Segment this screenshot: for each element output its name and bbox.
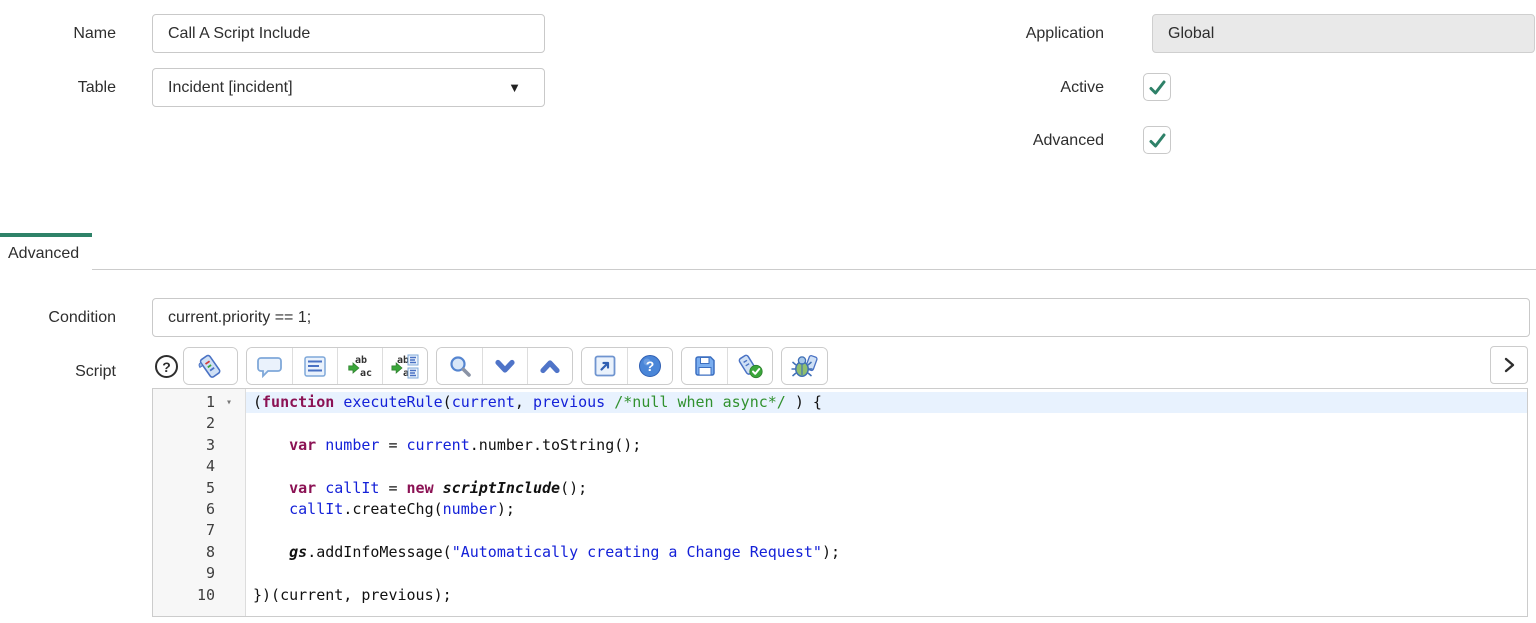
application-field-value: Global	[1168, 24, 1215, 42]
line-number[interactable]: 5	[153, 478, 245, 499]
condition-input[interactable]: current.priority == 1;	[152, 298, 1530, 337]
editor-gutter: 1 ▾ 2 3 4 5 6 7 8 9 10	[153, 389, 246, 616]
tab-bar-divider	[92, 269, 1536, 270]
script-code-editor: 1 ▾ 2 3 4 5 6 7 8 9 10 (function executeRule(curre…	[152, 388, 1528, 617]
line-number[interactable]: 6	[153, 499, 245, 520]
name-input[interactable]: Call A Script Include	[152, 14, 545, 53]
toolbar-group	[183, 347, 238, 385]
svg-text:ab: ab	[355, 355, 367, 366]
code-lines: (function executeRule(current, previous …	[246, 389, 1527, 616]
save-button[interactable]	[682, 348, 727, 384]
find-next-button[interactable]	[482, 348, 527, 384]
table-select-value: Incident [incident]	[168, 78, 293, 96]
code-line[interactable]: })(current, previous);	[246, 585, 1527, 606]
application-field: Global	[1152, 14, 1535, 53]
line-number[interactable]: 4	[153, 456, 245, 477]
format-code-icon	[304, 355, 326, 377]
svg-text:?: ?	[646, 358, 655, 374]
start-debugger-icon	[791, 354, 819, 379]
code-line[interactable]: (function executeRule(current, previous …	[246, 392, 1527, 414]
toolbar-group	[681, 347, 773, 385]
open-fullscreen-icon	[594, 355, 616, 377]
checkmark-icon	[1149, 133, 1165, 147]
toggle-comment-icon	[257, 355, 282, 378]
field-help-icon[interactable]: ?	[155, 355, 178, 378]
editor-help-icon: ?	[638, 354, 662, 378]
tab-advanced[interactable]: Advanced	[0, 233, 92, 270]
code-line[interactable]: callIt.createChg(number);	[246, 499, 1527, 520]
code-line[interactable]	[246, 456, 1527, 477]
tab-advanced-label: Advanced	[8, 244, 80, 262]
code-line[interactable]: var callIt = new scriptInclude();	[246, 478, 1527, 499]
search-button[interactable]	[437, 348, 482, 384]
script-label: Script	[75, 363, 116, 380]
checkmark-icon	[1149, 80, 1165, 94]
replace-icon: ab ac	[347, 354, 373, 379]
fold-caret-icon[interactable]: ▾	[226, 392, 232, 413]
active-checkbox[interactable]	[1143, 73, 1171, 101]
code-line[interactable]	[246, 413, 1527, 434]
table-label: Table	[77, 79, 116, 96]
open-fullscreen-button[interactable]	[582, 348, 627, 384]
line-number[interactable]: 10	[153, 585, 245, 606]
code-line[interactable]	[246, 520, 1527, 541]
syntax-check-icon	[737, 354, 764, 379]
code-line[interactable]	[246, 563, 1527, 584]
editor-help-button[interactable]: ?	[627, 348, 672, 384]
toolbar-group	[436, 347, 573, 385]
name-label: Name	[73, 25, 116, 42]
toolbar-group: abacabac	[246, 347, 428, 385]
replace-all-button[interactable]: abac	[382, 348, 427, 384]
replace-all-icon: abac	[391, 354, 419, 379]
syntax-check-button[interactable]	[727, 348, 772, 384]
line-number[interactable]: 3	[153, 435, 245, 456]
format-code-button[interactable]	[292, 348, 337, 384]
name-input-value: Call A Script Include	[168, 24, 311, 42]
svg-text:ac: ac	[360, 368, 372, 379]
code-line[interactable]: gs.addInfoMessage("Automatically creatin…	[246, 542, 1527, 563]
search-icon	[448, 354, 472, 378]
expand-side-panel-button[interactable]	[1490, 346, 1528, 384]
advanced-checkbox[interactable]	[1143, 126, 1171, 154]
script-toolbar: abacabac?	[183, 347, 828, 385]
find-next-icon	[494, 358, 516, 375]
table-select[interactable]: Incident [incident] ▼	[152, 68, 545, 107]
line-number[interactable]: 9	[153, 563, 245, 584]
line-number[interactable]: 2	[153, 413, 245, 434]
advanced-label: Advanced	[1032, 132, 1104, 149]
find-previous-icon	[539, 358, 561, 375]
save-icon	[694, 355, 716, 377]
toggle-comment-button[interactable]	[247, 348, 292, 384]
active-label: Active	[1060, 79, 1104, 96]
line-number[interactable]: 8	[153, 542, 245, 563]
condition-input-value: current.priority == 1;	[168, 308, 312, 326]
toolbar-group: ?	[581, 347, 673, 385]
replace-button[interactable]: ab ac	[337, 348, 382, 384]
dropdown-arrow-icon: ▼	[508, 80, 521, 95]
code-line[interactable]: var number = current.number.toString();	[246, 435, 1527, 456]
line-number[interactable]: 7	[153, 520, 245, 541]
script-editor-toggle-button[interactable]	[184, 348, 237, 384]
application-label: Application	[1025, 25, 1104, 42]
toolbar-group	[781, 347, 828, 385]
chevron-right-icon	[1504, 357, 1515, 373]
line-number[interactable]: 1 ▾	[153, 392, 245, 413]
script-editor-toggle-icon	[197, 353, 224, 380]
svg-text:ab: ab	[397, 355, 409, 366]
find-previous-button[interactable]	[527, 348, 572, 384]
condition-label: Condition	[48, 309, 116, 326]
start-debugger-button[interactable]	[782, 348, 827, 384]
